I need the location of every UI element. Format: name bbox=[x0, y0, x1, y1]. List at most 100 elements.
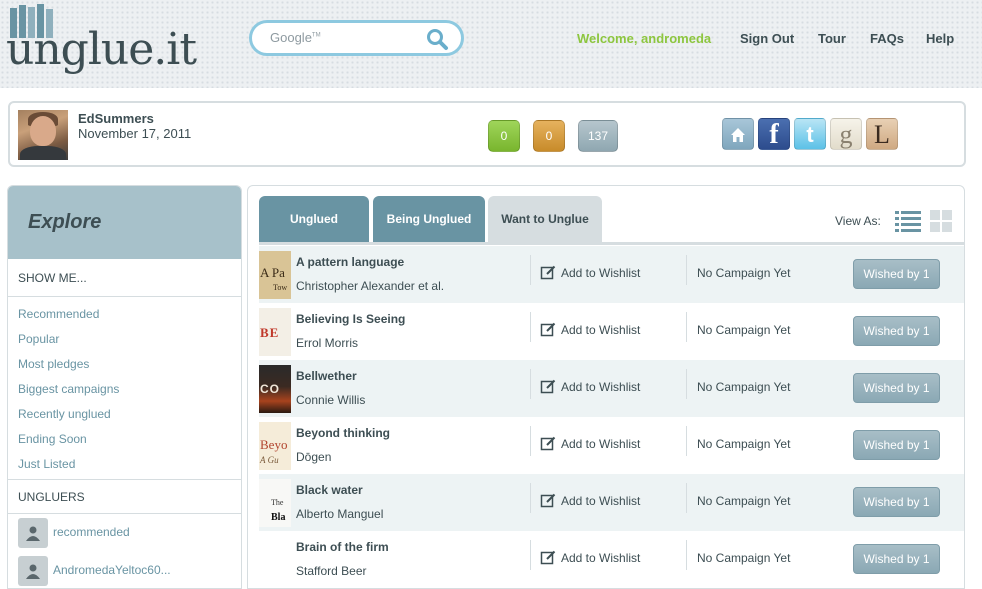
book-author[interactable]: Alberto Manguel bbox=[296, 507, 383, 521]
wished-by-button[interactable]: Wished by 1 bbox=[853, 316, 940, 346]
search-icon[interactable] bbox=[425, 27, 449, 51]
faqs-link[interactable]: FAQs bbox=[870, 31, 904, 46]
add-to-wishlist-link[interactable]: Add to Wishlist bbox=[561, 551, 640, 565]
ungluer-name[interactable]: AndromedaYeltoc60... bbox=[53, 563, 171, 577]
explore-title: Explore bbox=[28, 211, 102, 233]
view-as-label: View As: bbox=[835, 214, 881, 228]
badge-unglued-count[interactable]: 0 bbox=[488, 120, 520, 152]
edit-icon[interactable] bbox=[540, 549, 556, 565]
ungluer-item[interactable]: AndromedaYeltoc60... bbox=[8, 552, 241, 588]
home-icon[interactable] bbox=[722, 118, 754, 150]
sidebar-link-ending-soon[interactable]: Ending Soon bbox=[8, 427, 241, 452]
sidebar-link-just-listed[interactable]: Just Listed bbox=[8, 452, 241, 477]
wished-by-button[interactable]: Wished by 1 bbox=[853, 430, 940, 460]
book-author[interactable]: Connie Willis bbox=[296, 393, 365, 407]
column-divider bbox=[686, 255, 687, 285]
book-cover[interactable] bbox=[259, 536, 291, 584]
edit-icon[interactable] bbox=[540, 378, 556, 394]
facebook-icon[interactable]: f bbox=[758, 118, 790, 150]
show-me-list: Recommended Popular Most pledges Biggest… bbox=[8, 297, 241, 480]
book-cover[interactable]: The Bla bbox=[259, 479, 291, 527]
grid-view-icon[interactable] bbox=[930, 210, 952, 232]
show-me-heading: SHOW ME... bbox=[8, 259, 241, 297]
badge-wishlist-count[interactable]: 137 bbox=[578, 120, 618, 152]
column-divider bbox=[686, 369, 687, 399]
edit-icon[interactable] bbox=[540, 264, 556, 280]
badge-being-unglued-count[interactable]: 0 bbox=[533, 120, 565, 152]
wished-by-button[interactable]: Wished by 1 bbox=[853, 544, 940, 574]
goodreads-icon[interactable]: g bbox=[830, 118, 862, 150]
tab-unglued[interactable]: Unglued bbox=[259, 196, 369, 242]
tab-being-unglued[interactable]: Being Unglued bbox=[373, 196, 485, 242]
book-title[interactable]: Believing Is Seeing bbox=[296, 312, 405, 326]
librarything-icon[interactable]: L bbox=[866, 118, 898, 150]
ungluer-item[interactable]: recommended bbox=[8, 514, 241, 552]
explore-sidebar: Explore SHOW ME... Recommended Popular M… bbox=[7, 185, 242, 589]
wished-by-button[interactable]: Wished by 1 bbox=[853, 259, 940, 289]
cover-subtext: A Gu bbox=[260, 455, 279, 465]
ungluer-name[interactable]: recommended bbox=[53, 525, 130, 539]
site-header: unglue.it GoogleTM Welcome, andromeda Si… bbox=[0, 0, 982, 88]
sidebar-link-popular[interactable]: Popular bbox=[8, 327, 241, 352]
campaign-status: No Campaign Yet bbox=[697, 551, 791, 565]
search-trademark: TM bbox=[311, 32, 321, 39]
avatar[interactable] bbox=[18, 110, 68, 160]
wished-by-button[interactable]: Wished by 1 bbox=[853, 487, 940, 517]
campaign-status: No Campaign Yet bbox=[697, 266, 791, 280]
add-to-wishlist-link[interactable]: Add to Wishlist bbox=[561, 323, 640, 337]
book-row: Beyo A Gu Beyond thinking Dōgen Add to W… bbox=[259, 417, 964, 474]
wished-by-button[interactable]: Wished by 1 bbox=[853, 373, 940, 403]
book-author[interactable]: Stafford Beer bbox=[296, 564, 367, 578]
profile-date: November 17, 2011 bbox=[78, 126, 192, 141]
cover-text: A Pa bbox=[260, 265, 285, 280]
help-link[interactable]: Help bbox=[926, 31, 954, 46]
column-divider bbox=[530, 426, 531, 456]
column-divider bbox=[686, 540, 687, 570]
book-title[interactable]: A pattern language bbox=[296, 255, 404, 269]
sidebar-link-most-pledges[interactable]: Most pledges bbox=[8, 352, 241, 377]
ungluers-heading: UNGLUERS bbox=[8, 480, 241, 514]
list-view-icon[interactable] bbox=[895, 210, 921, 232]
profile-bar: EdSummers November 17, 2011 0 0 137 f t … bbox=[8, 101, 966, 167]
cover-subtext: Tow bbox=[273, 283, 288, 292]
logo-wordmark: unglue.it bbox=[6, 24, 197, 75]
search-box[interactable]: GoogleTM bbox=[249, 20, 464, 56]
add-to-wishlist-link[interactable]: Add to Wishlist bbox=[561, 380, 640, 394]
add-to-wishlist-link[interactable]: Add to Wishlist bbox=[561, 266, 640, 280]
column-divider bbox=[530, 369, 531, 399]
book-row: A Pa Tow A pattern language Christopher … bbox=[259, 246, 964, 303]
book-title[interactable]: Bellwether bbox=[296, 369, 357, 383]
book-cover[interactable]: BE bbox=[259, 308, 291, 356]
book-cover[interactable]: Beyo A Gu bbox=[259, 422, 291, 470]
avatar-shirt bbox=[20, 146, 66, 160]
sidebar-link-recommended[interactable]: Recommended bbox=[8, 302, 241, 327]
book-author[interactable]: Errol Morris bbox=[296, 336, 358, 350]
sidebar-link-recently-unglued[interactable]: Recently unglued bbox=[8, 402, 241, 427]
cover-text: The bbox=[271, 498, 284, 507]
twitter-icon[interactable]: t bbox=[794, 118, 826, 150]
tab-want-to-unglue[interactable]: Want to Unglue bbox=[488, 196, 602, 242]
cover-text: Beyo bbox=[260, 437, 288, 452]
site-logo[interactable]: unglue.it bbox=[6, 4, 197, 76]
search-input[interactable]: GoogleTM bbox=[270, 30, 321, 45]
edit-icon[interactable] bbox=[540, 492, 556, 508]
book-author[interactable]: Dōgen bbox=[296, 450, 331, 464]
book-title[interactable]: Black water bbox=[296, 483, 363, 497]
search-placeholder: Google bbox=[270, 30, 312, 45]
profile-name: EdSummers bbox=[78, 111, 154, 126]
campaign-status: No Campaign Yet bbox=[697, 437, 791, 451]
book-cover[interactable]: A Pa Tow bbox=[259, 251, 291, 299]
book-title[interactable]: Brain of the firm bbox=[296, 540, 389, 554]
add-to-wishlist-link[interactable]: Add to Wishlist bbox=[561, 437, 640, 451]
book-author[interactable]: Christopher Alexander et al. bbox=[296, 279, 444, 293]
welcome-text[interactable]: Welcome, andromeda bbox=[577, 31, 711, 46]
edit-icon[interactable] bbox=[540, 321, 556, 337]
sidebar-link-biggest-campaigns[interactable]: Biggest campaigns bbox=[8, 377, 241, 402]
edit-icon[interactable] bbox=[540, 435, 556, 451]
book-title[interactable]: Beyond thinking bbox=[296, 426, 390, 440]
cover-text: BE bbox=[260, 325, 280, 340]
add-to-wishlist-link[interactable]: Add to Wishlist bbox=[561, 494, 640, 508]
sign-out-link[interactable]: Sign Out bbox=[740, 31, 794, 46]
tour-link[interactable]: Tour bbox=[818, 31, 846, 46]
book-cover[interactable]: CO bbox=[259, 365, 291, 413]
